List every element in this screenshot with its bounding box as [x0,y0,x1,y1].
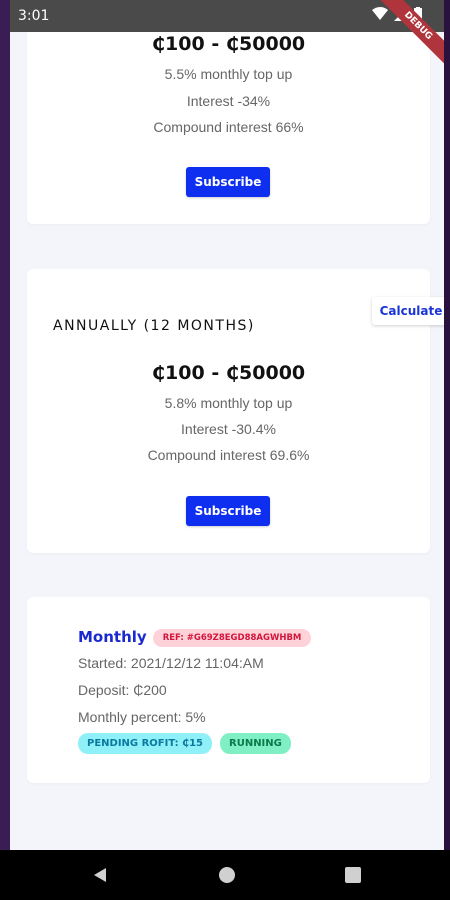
status-bar: 3:01 DEBUG [10,0,444,75]
status-time: 3:01 [18,8,50,24]
ref-badge: REF: #G69Z8EGD88AGWHBM [152,628,312,647]
plan-top-up: 5.5% monthly top up [164,66,293,82]
plan-interest: Interest -30.4% [181,421,276,437]
plan-range: ₵100 - ₵50000 [151,362,306,384]
navigation-bar [0,850,450,900]
started-text: Started: 2021/12/12 11:04:AM [78,655,264,671]
device-frame-left [0,0,10,900]
subscribe-button[interactable]: Subscribe [186,167,270,197]
monthly-percent-text: Monthly percent: 5% [78,709,206,725]
plan-title: ANNUALLY (12 MONTHS) [53,318,255,334]
deposit-text: Deposit: ₵200 [78,682,167,698]
pending-profit-badge: PENDING ROFIT: ₵15 [78,733,212,754]
back-icon[interactable] [92,867,108,883]
plan-range: ₵100 - ₵50000 [151,33,306,55]
plan-card-monthly: ₵100 - ₵50000 5.5% monthly top up Intere… [27,0,430,224]
plan-compound: Compound interest 66% [153,119,304,135]
wifi-icon [372,7,388,20]
subscription-type: Monthly [78,628,147,646]
app-screen: ₵100 - ₵50000 5.5% monthly top up Intere… [10,0,444,850]
plan-top-up: 5.8% monthly top up [164,395,293,411]
subscription-card: Monthly REF: #G69Z8EGD88AGWHBM Started: 2… [27,597,430,783]
subscription-header: Monthly REF: #G69Z8EGD88AGWHBM [78,627,312,647]
calculate-button[interactable]: Calculate [372,297,444,325]
recents-icon[interactable] [345,867,361,883]
badge-row: PENDING ROFIT: ₵15 RUNNING [78,733,291,754]
plan-compound: Compound interest 69.6% [147,447,310,463]
plan-interest: Interest -34% [186,93,271,109]
home-icon[interactable] [219,867,235,883]
status-badge: RUNNING [220,733,291,754]
subscribe-button[interactable]: Subscribe [186,496,270,526]
device-frame-right [444,0,450,900]
plan-card-annually: ANNUALLY (12 MONTHS) ₵100 - ₵50000 5.8% … [27,269,430,553]
